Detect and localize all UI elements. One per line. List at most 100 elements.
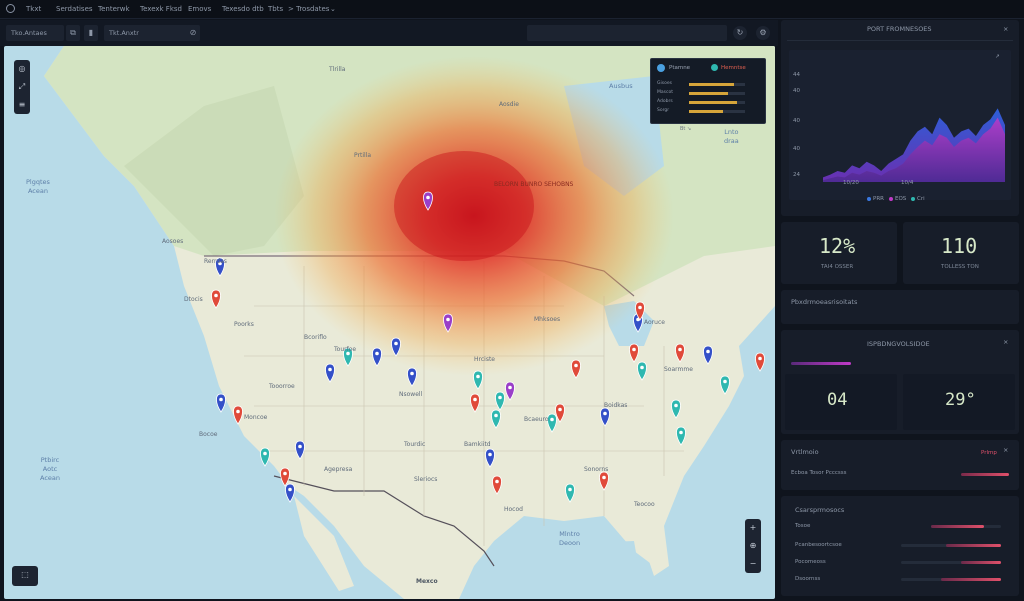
- list-item[interactable]: Tosoe: [795, 523, 810, 529]
- region-label: Tooorroe: [269, 383, 295, 390]
- fullscreen-icon: ⬚: [21, 570, 29, 579]
- kpi-value: 04: [827, 390, 848, 410]
- nav-item[interactable]: Emovs: [188, 4, 211, 14]
- heatmap-label: BELORN BUNRO SEHOBNS: [494, 181, 574, 188]
- close-icon[interactable]: ×: [1003, 446, 1008, 454]
- status-panel-title: Vrtlmoio: [791, 448, 819, 456]
- status-panel: Vrtlmoio × Ecboa Tosor Pcccsss Prlmp: [781, 440, 1019, 490]
- refresh-icon[interactable]: ↻: [733, 26, 747, 40]
- layers-toggle-icon[interactable]: ≡: [14, 96, 30, 114]
- expand-icon[interactable]: ↗: [995, 54, 1000, 60]
- list-panel: Csarsprmosocs Tosoe Pcanbesoortcsoe Poco…: [781, 496, 1019, 596]
- legend-bar: [689, 92, 745, 95]
- region-label: Aosoes: [162, 238, 184, 245]
- region-label: Hrciste: [474, 356, 495, 363]
- app-logo-icon[interactable]: [6, 4, 15, 13]
- legend-swatch-icon: [867, 197, 871, 201]
- ocean-label: Ptbirc Aotc Acean: [40, 456, 61, 482]
- ocean-label: Lnto draa: [724, 128, 739, 145]
- nav-item[interactable]: Tenterwk: [98, 4, 130, 14]
- region-label: Tourdic: [404, 441, 426, 448]
- progress-bar: [791, 362, 851, 365]
- measure-icon[interactable]: ⤢: [14, 78, 30, 96]
- nav-item[interactable]: Tbts: [268, 4, 283, 14]
- legend-swatch-icon: [889, 197, 893, 201]
- region-label: Bamkiitd: [464, 441, 491, 448]
- compass-icon[interactable]: ◎: [14, 60, 30, 78]
- area-chart: [823, 108, 1005, 182]
- map-side-controls: + ⊕ −: [745, 519, 761, 573]
- region-label: Bcoriflo: [304, 334, 327, 341]
- region-label-mexico: Mexco: [416, 578, 438, 585]
- wide-search-input[interactable]: [527, 25, 727, 41]
- clear-filter-icon[interactable]: ⊘: [186, 25, 200, 41]
- top-bar: Tkxt Serdatises Tenterwk Texexk Fksd Emo…: [0, 0, 1024, 19]
- chevron-down-icon[interactable]: ⌄: [330, 4, 336, 14]
- kpi-value: 29°: [945, 390, 976, 410]
- ocean-label: Plgqtes Acean: [26, 178, 50, 195]
- map-pin-icon[interactable]: [260, 447, 270, 467]
- legend-bar: [689, 83, 745, 86]
- fullscreen-button[interactable]: ⬚: [12, 566, 38, 586]
- chart-legend-item: EOS: [895, 196, 907, 202]
- region-label: Aoruce: [644, 319, 665, 326]
- ocean-label: Mlntro Deoon: [559, 530, 581, 547]
- kpi-label: TAI4 OSSER: [821, 264, 854, 270]
- status-badge: Prlmp: [981, 450, 997, 456]
- region-label: Agepresa: [324, 466, 353, 473]
- region-label: Teocoo: [634, 501, 655, 508]
- kpi-panel-title: ISPBDNGVOLSIDOE: [867, 340, 930, 348]
- map-legend: Ptamne Hemntse Gisoes Mascot Adobrs Sorg…: [650, 58, 766, 124]
- kpi-value: 110: [941, 234, 978, 258]
- legend-swatch-icon: [911, 197, 915, 201]
- list-item[interactable]: Pocomeoss: [795, 559, 826, 565]
- legend-row: Sorgr: [657, 108, 670, 113]
- search-input[interactable]: Tko.Antaes: [6, 25, 64, 41]
- list-bar-track: [931, 525, 1001, 528]
- list-panel-title: Csarsprmosocs: [795, 506, 845, 514]
- nav-item[interactable]: Texexk Fksd: [140, 4, 182, 14]
- region-label: Bcaeuro: [524, 416, 549, 423]
- legend-footer: Bt ↘: [680, 126, 692, 132]
- chart-y-label: 24: [793, 172, 800, 178]
- nav-item[interactable]: Tkxt: [26, 4, 41, 14]
- kpi-panel: ISPBDNGVOLSIDOE × 04 29°: [781, 330, 1019, 434]
- close-icon[interactable]: ×: [1003, 25, 1008, 33]
- settings-icon[interactable]: ⚙: [756, 26, 770, 40]
- zoom-out-icon[interactable]: −: [745, 555, 761, 573]
- map-pin-icon[interactable]: [216, 393, 226, 413]
- region-label: Poorks: [234, 321, 254, 328]
- map-view[interactable]: Plgqtes Acean Ptbirc Aotc Acean Mlntro D…: [4, 46, 775, 599]
- nav-item[interactable]: Texesdo dtb: [222, 4, 264, 14]
- region-label: Tlrilla: [329, 66, 346, 73]
- close-icon[interactable]: ×: [1003, 338, 1008, 346]
- locate-icon[interactable]: ⊕: [745, 537, 761, 555]
- chart-legend-item: PRR: [873, 196, 884, 202]
- chart-y-label: 40: [793, 118, 800, 124]
- region-label: Aosdie: [499, 101, 519, 108]
- heatmap-core: [394, 151, 534, 261]
- legend-title-right: Hemntse: [721, 65, 746, 71]
- map-pin-icon[interactable]: [755, 352, 765, 372]
- list-item[interactable]: Dsoornss: [795, 576, 820, 582]
- list-bar-track: [901, 578, 1001, 581]
- legend-row: Adobrs: [657, 99, 673, 104]
- kpi-card-left: 12% TAI4 OSSER: [781, 222, 897, 284]
- status-row-label: Ecboa Tosor Pcccsss: [791, 470, 847, 476]
- breadcrumb-current[interactable]: > Trosdates: [288, 4, 329, 14]
- zoom-in-icon[interactable]: +: [745, 519, 761, 537]
- chart-legend-item: Cri: [917, 196, 925, 202]
- region-label: Hocod: [504, 506, 523, 513]
- legend-bar: [689, 101, 745, 104]
- region-label: Tourfoe: [334, 346, 357, 353]
- kpi-label: TOLLESS TON: [941, 264, 979, 270]
- map-pin-icon[interactable]: [285, 483, 295, 503]
- list-item[interactable]: Pcanbesoortcsoe: [795, 542, 842, 548]
- chart-panel-title: PORT FROMNESOES: [867, 25, 932, 33]
- nav-item[interactable]: Serdatises: [56, 4, 93, 14]
- chart-y-label: 40: [793, 146, 800, 152]
- legend-row: Gisoes: [657, 81, 672, 86]
- layers-icon[interactable]: ⧉: [66, 25, 80, 41]
- bookmark-icon[interactable]: ▮: [84, 25, 98, 41]
- region-label: Prtilla: [354, 152, 372, 159]
